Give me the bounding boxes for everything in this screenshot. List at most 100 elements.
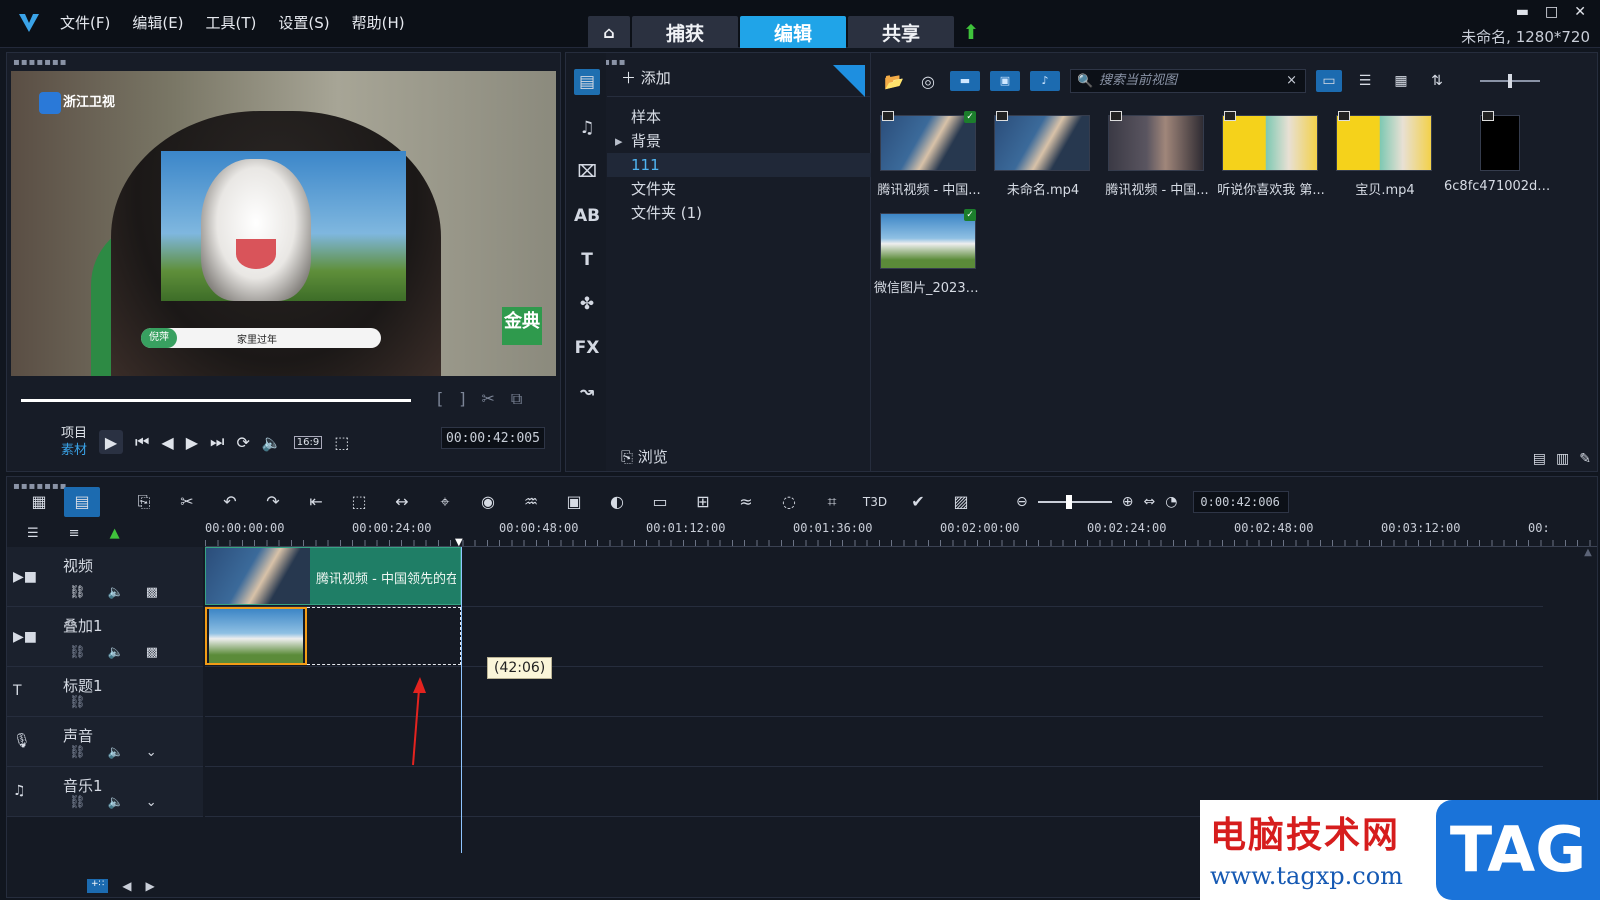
tools-icon[interactable]: ✂ xyxy=(169,487,205,517)
track-header-voice[interactable]: 🎙 声音 ⛓ 🔈 ⌄ xyxy=(7,717,203,767)
media-category-icon[interactable]: ▤ xyxy=(574,69,600,95)
track-header-title[interactable]: T 标题1 ⛓ xyxy=(7,667,203,717)
track-header-video[interactable]: ▶■ 视频 ⛓ 🔈 ▩ xyxy=(7,547,203,607)
pan-zoom-icon[interactable]: ⬚ xyxy=(341,487,377,517)
mute-icon[interactable]: 🔈 xyxy=(108,585,124,600)
storyboard-view-icon[interactable]: ▦ xyxy=(21,487,57,517)
mark-icon[interactable]: ✔ xyxy=(900,487,936,517)
split-view-icon[interactable]: ▥ xyxy=(1556,451,1569,467)
project-clip-switch[interactable]: 项目 素材 xyxy=(61,425,87,459)
import-folder-icon[interactable]: 📂 xyxy=(882,72,906,91)
sync-icon[interactable]: ◎ xyxy=(916,72,940,91)
media-item[interactable]: 未命名.mp4 xyxy=(986,109,1098,205)
media-item[interactable]: ✓ 腾讯视频 - 中国... xyxy=(872,109,984,205)
preview-timecode[interactable]: 00:00:42:005 xyxy=(441,427,545,449)
pin-icon[interactable] xyxy=(833,65,865,97)
media-item[interactable]: 腾讯视频 - 中国... xyxy=(1100,109,1212,205)
video-clip[interactable]: 腾讯视频 - 中国领先的在 xyxy=(205,547,461,605)
fit-icon[interactable]: ⇔ xyxy=(1143,494,1155,510)
motion-icon[interactable]: ◌ xyxy=(771,487,807,517)
play-button[interactable]: ▶ xyxy=(99,430,124,454)
menu-edit[interactable]: 编辑(E) xyxy=(132,12,183,33)
speed-icon[interactable]: ≈ xyxy=(728,487,764,517)
time-ruler[interactable]: 00:00:00:00 00:00:24:00 00:00:48:00 00:0… xyxy=(205,521,1597,548)
render-icon[interactable]: ▨ xyxy=(943,487,979,517)
search-input[interactable]: 🔍 搜索当前视图 × xyxy=(1070,69,1306,93)
copy-icon[interactable]: ⎘ xyxy=(126,487,162,517)
show-audio-button[interactable]: ♪ xyxy=(1030,71,1060,91)
mark-out-icon[interactable]: ] xyxy=(459,389,465,409)
split-icon[interactable]: ↔ xyxy=(384,487,420,517)
grid-icon[interactable]: ▩ xyxy=(146,585,158,600)
track-manager-icon[interactable]: ☰ xyxy=(27,521,39,547)
zoom-in-icon[interactable]: ⊕ xyxy=(1122,494,1134,510)
home-tab[interactable]: ⌂ xyxy=(588,16,630,48)
media-item[interactable]: 宝贝.mp4 xyxy=(1328,109,1440,205)
overlay-dog-image[interactable] xyxy=(161,151,406,301)
track-header-music[interactable]: ♫ 音乐1 ⛓ 🔈 ⌄ xyxy=(7,767,203,817)
menu-tools[interactable]: 工具(T) xyxy=(206,12,257,33)
menu-help[interactable]: 帮助(H) xyxy=(352,12,405,33)
instant-project-icon[interactable]: ⌧ xyxy=(574,159,600,185)
tab-share[interactable]: 共享 xyxy=(848,16,954,48)
media-item[interactable]: 听说你喜欢我 第... xyxy=(1214,109,1326,205)
video-lane[interactable]: 腾讯视频 - 中国领先的在 xyxy=(205,547,1543,607)
mute-icon[interactable]: 🔈 xyxy=(108,645,124,660)
link-icon[interactable]: ⛓ xyxy=(69,795,86,810)
trim-icon[interactable]: ⇤ xyxy=(298,487,334,517)
project-label[interactable]: 项目 xyxy=(61,425,87,442)
next-frame-icon[interactable]: ▶ xyxy=(186,433,198,452)
color-correct-icon[interactable]: ◉ xyxy=(470,487,506,517)
end-icon[interactable]: ⏭ xyxy=(210,432,224,452)
playhead-handle-icon[interactable]: ▼ xyxy=(455,537,465,548)
3d-title-icon[interactable]: T3D xyxy=(857,487,893,517)
redo-icon[interactable]: ↷ xyxy=(255,487,291,517)
mute-icon[interactable]: 🔈 xyxy=(108,745,124,760)
zoom-slider[interactable] xyxy=(1037,495,1112,509)
minimize-icon[interactable]: ▬ xyxy=(1516,4,1529,20)
ripple-icon[interactable]: ▲ xyxy=(110,521,120,547)
add-folder-row[interactable]: ＋ 添加 xyxy=(607,65,871,97)
mute-icon[interactable]: 🔈 xyxy=(108,795,124,810)
track-toggle-button[interactable]: +∷ xyxy=(87,879,109,893)
mask-icon[interactable]: ◐ xyxy=(599,487,635,517)
clear-search-icon[interactable]: × xyxy=(1286,70,1297,92)
close-icon[interactable]: ✕ xyxy=(1574,4,1586,20)
maximize-icon[interactable]: □ xyxy=(1545,4,1558,20)
thumbnail-view-button[interactable]: ▭ xyxy=(1316,70,1342,92)
grid-icon[interactable]: ▩ xyxy=(146,645,158,660)
enlarge-icon[interactable]: ⧉ xyxy=(511,389,522,409)
menu-file[interactable]: 文件(F) xyxy=(60,12,110,33)
folder-item[interactable]: 文件夹 (1) xyxy=(607,201,871,225)
overlay-lane[interactable] xyxy=(205,607,1543,667)
thumbnail-size-slider[interactable] xyxy=(1480,74,1540,88)
fx-icon[interactable]: FX xyxy=(574,335,600,361)
split-screen-icon[interactable]: ⊞ xyxy=(685,487,721,517)
graphics-icon[interactable]: ✤ xyxy=(574,291,600,317)
scissors-icon[interactable]: ✂ xyxy=(482,389,495,409)
mark-in-icon[interactable]: [ xyxy=(437,389,443,409)
folder-item[interactable]: 样本 xyxy=(607,105,871,129)
title-icon[interactable]: T xyxy=(574,247,600,273)
show-photo-button[interactable]: ▣ xyxy=(990,71,1020,91)
library-panel-icon[interactable]: ▤ xyxy=(1533,451,1546,467)
resize-icon[interactable]: ⬚ xyxy=(334,433,349,452)
undo-icon[interactable]: ↶ xyxy=(212,487,248,517)
subtitle-icon[interactable]: ▭ xyxy=(642,487,678,517)
panel-grip[interactable]: ▪▪▪▪▪▪▪ xyxy=(13,57,67,68)
repeat-icon[interactable]: ⟳ xyxy=(236,433,249,452)
scroll-left-icon[interactable]: ◀ xyxy=(122,879,131,893)
link-icon[interactable]: ⛓ xyxy=(69,745,86,760)
track-icon[interactable]: ⌗ xyxy=(814,487,850,517)
prev-frame-icon[interactable]: ◀ xyxy=(161,433,173,452)
folder-item[interactable]: 文件夹 xyxy=(607,177,871,201)
multicam-icon[interactable]: ▣ xyxy=(556,487,592,517)
expand-icon[interactable]: ⌄ xyxy=(146,745,157,760)
volume-icon[interactable]: 🔈 xyxy=(262,433,282,452)
link-icon[interactable]: ⛓ xyxy=(69,695,86,710)
transition-icon[interactable]: AB xyxy=(574,203,600,229)
path-icon[interactable]: ↝ xyxy=(574,379,600,405)
scroll-right-icon[interactable]: ▶ xyxy=(146,879,155,893)
media-item[interactable]: 6c8fc471002dd... xyxy=(1442,109,1554,205)
browse-button[interactable]: ⎘ 浏览 xyxy=(621,446,668,467)
